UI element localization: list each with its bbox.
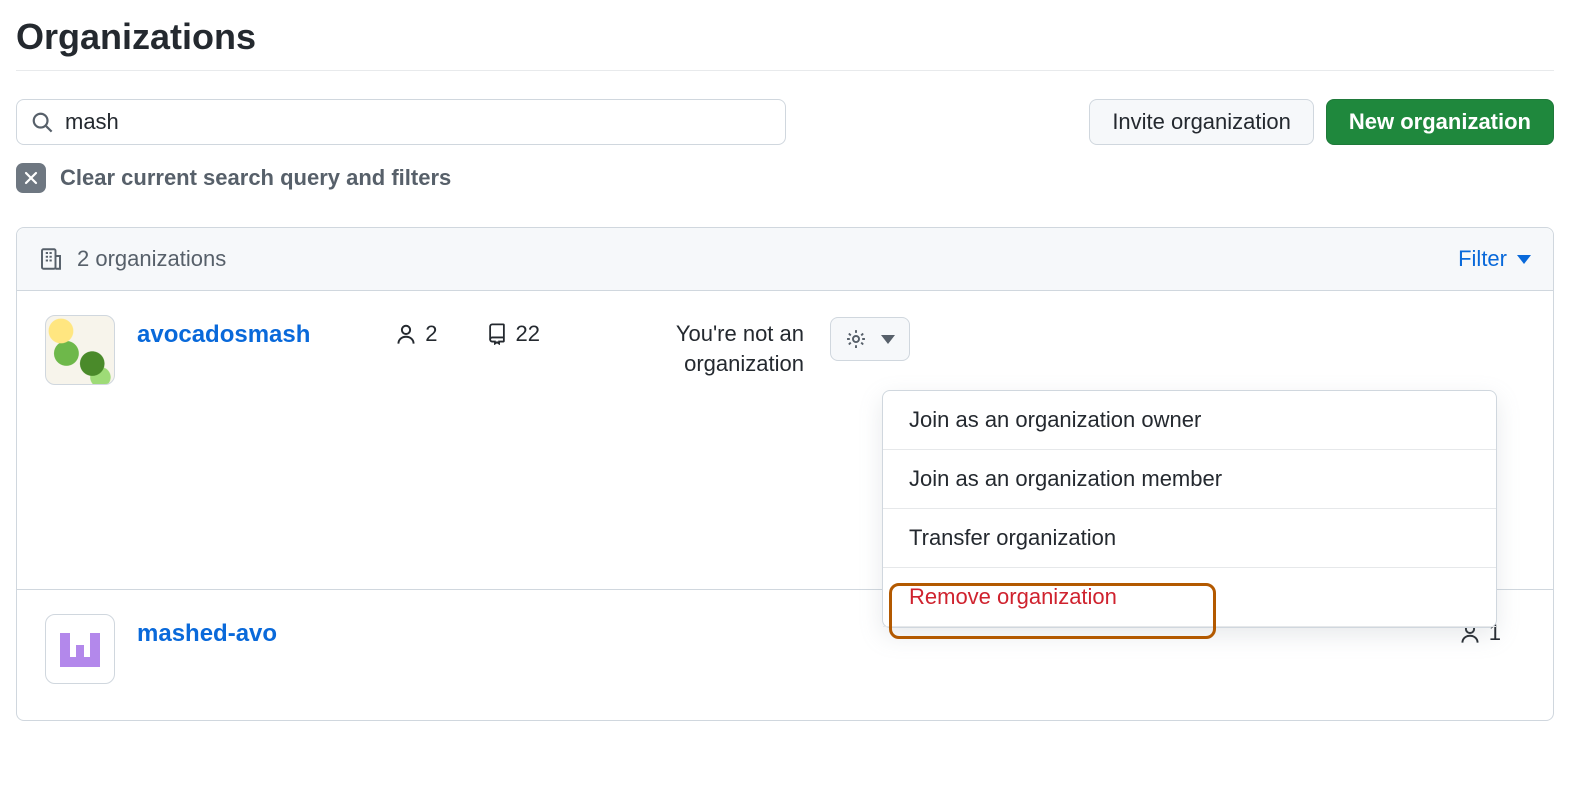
invite-organization-button[interactable]: Invite organization xyxy=(1089,99,1314,145)
caret-down-icon xyxy=(881,335,895,344)
filter-label: Filter xyxy=(1458,246,1507,272)
title-divider xyxy=(16,70,1554,71)
dropdown-join-member[interactable]: Join as an organization member xyxy=(883,450,1496,509)
org-name-link[interactable]: mashed-avo xyxy=(137,620,277,648)
organization-icon xyxy=(39,247,63,271)
person-icon xyxy=(395,323,417,345)
clear-search-row[interactable]: Clear current search query and filters xyxy=(16,163,1554,193)
page-title: Organizations xyxy=(16,16,1554,70)
list-header: 2 organizations Filter xyxy=(17,228,1553,291)
search-input[interactable] xyxy=(65,109,771,135)
org-count: 2 organizations xyxy=(39,246,226,272)
clear-search-label: Clear current search query and filters xyxy=(60,165,451,191)
avatar[interactable] xyxy=(45,315,115,385)
new-organization-button[interactable]: New organization xyxy=(1326,99,1554,145)
dropdown-transfer[interactable]: Transfer organization xyxy=(883,509,1496,568)
caret-down-icon xyxy=(1517,255,1531,264)
repos-count: 22 xyxy=(516,321,540,347)
search-icon xyxy=(31,111,53,133)
org-stats: 2 22 xyxy=(395,321,564,347)
role-text: You're not an organization xyxy=(564,319,804,378)
search-field-wrap[interactable] xyxy=(16,99,786,145)
org-row: avocadosmash 2 22 xyxy=(17,291,1553,590)
dropdown-remove[interactable]: Remove organization xyxy=(883,568,1496,627)
dropdown-join-owner[interactable]: Join as an organization owner xyxy=(883,391,1496,450)
org-count-label: 2 organizations xyxy=(77,246,226,272)
members-count: 2 xyxy=(425,321,437,347)
org-name-link[interactable]: avocadosmash xyxy=(137,321,310,349)
close-icon xyxy=(16,163,46,193)
org-settings-button[interactable] xyxy=(830,317,910,361)
members-stat[interactable]: 2 xyxy=(395,321,437,347)
repo-icon xyxy=(486,323,508,345)
gear-icon xyxy=(845,328,867,350)
filter-button[interactable]: Filter xyxy=(1458,246,1531,272)
avatar[interactable] xyxy=(45,614,115,684)
org-actions-dropdown: Join as an organization owner Join as an… xyxy=(882,390,1497,628)
organizations-list: 2 organizations Filter avocadosmash 2 xyxy=(16,227,1554,721)
repos-stat[interactable]: 22 xyxy=(486,321,540,347)
top-controls: Invite organization New organization xyxy=(16,99,1554,145)
